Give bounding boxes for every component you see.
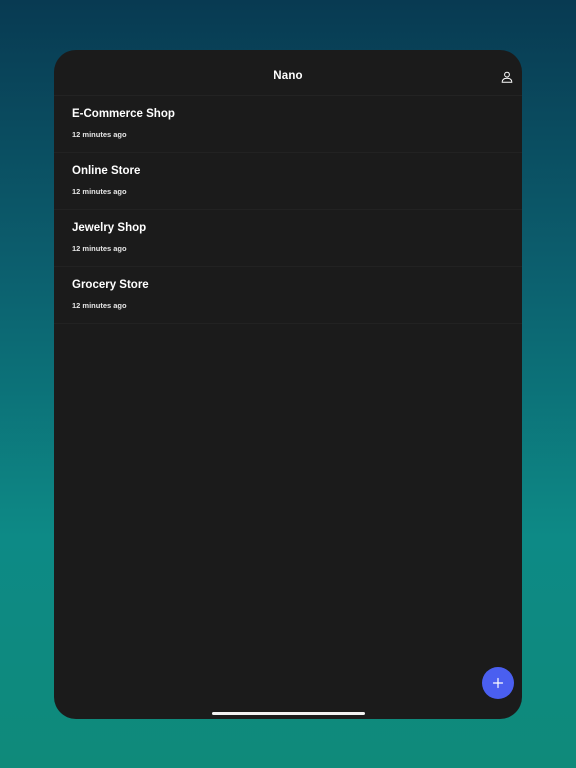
add-store-button[interactable] bbox=[482, 667, 514, 699]
store-name: Online Store bbox=[72, 165, 141, 177]
profile-button[interactable] bbox=[500, 70, 514, 84]
store-timestamp: 12 minutes ago bbox=[72, 130, 127, 139]
store-name: E-Commerce Shop bbox=[72, 108, 175, 120]
store-timestamp: 12 minutes ago bbox=[72, 187, 127, 196]
app-header: Nano bbox=[54, 50, 522, 96]
store-timestamp: 12 minutes ago bbox=[72, 244, 127, 253]
list-item[interactable]: E-Commerce Shop 12 minutes ago bbox=[54, 96, 522, 153]
person-icon bbox=[501, 71, 513, 83]
list-item[interactable]: Online Store 12 minutes ago bbox=[54, 153, 522, 210]
list-item[interactable]: Jewelry Shop 12 minutes ago bbox=[54, 210, 522, 267]
home-indicator[interactable] bbox=[212, 712, 365, 715]
app-window: Nano E-Commerce Shop 12 minutes ago Onli… bbox=[54, 50, 522, 719]
store-name: Grocery Store bbox=[72, 279, 149, 291]
store-list: E-Commerce Shop 12 minutes ago Online St… bbox=[54, 96, 522, 324]
store-timestamp: 12 minutes ago bbox=[72, 301, 127, 310]
store-name: Jewelry Shop bbox=[72, 222, 147, 234]
page-title: Nano bbox=[273, 70, 303, 82]
list-item[interactable]: Grocery Store 12 minutes ago bbox=[54, 267, 522, 324]
plus-icon bbox=[492, 677, 504, 689]
